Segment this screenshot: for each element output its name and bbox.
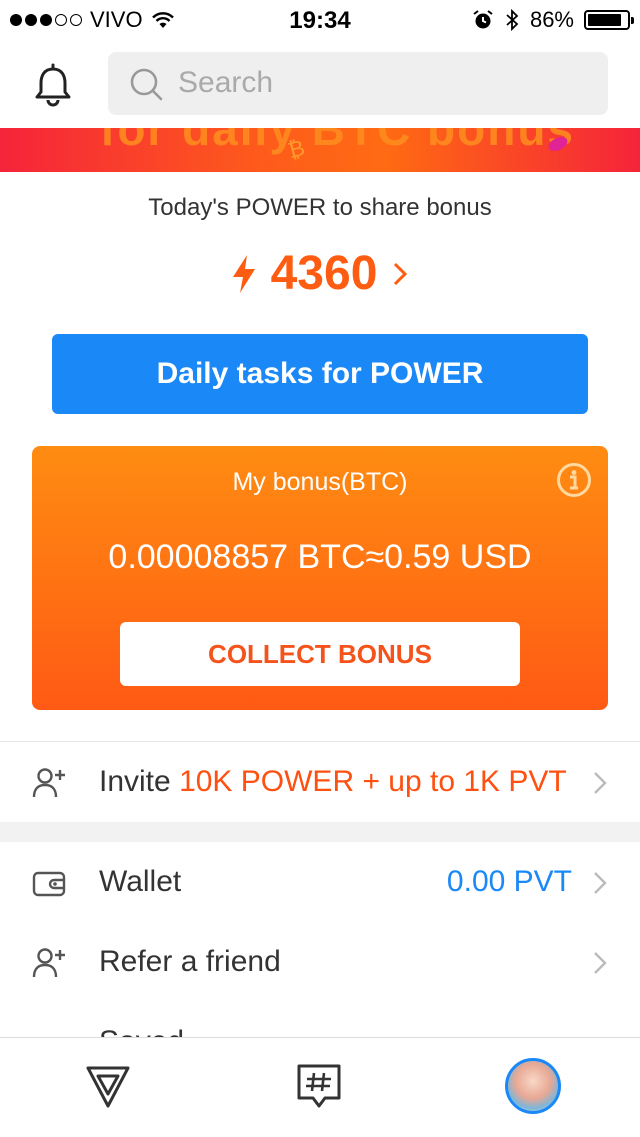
refer-friend-row[interactable]: Refer a friend bbox=[0, 922, 640, 1002]
lightning-icon bbox=[232, 254, 255, 293]
power-value: 4360 bbox=[270, 247, 378, 300]
invite-text: Invite bbox=[99, 765, 171, 798]
daily-tasks-button[interactable]: Daily tasks for POWER bbox=[52, 334, 588, 414]
add-person-icon bbox=[32, 768, 65, 798]
banner-text: for daily BTC bonus bbox=[100, 128, 575, 155]
home-triangle-icon[interactable] bbox=[84, 1064, 132, 1110]
chevron-right-icon bbox=[594, 872, 607, 894]
profile-avatar[interactable] bbox=[505, 1058, 561, 1114]
search-icon bbox=[130, 68, 163, 101]
wallet-row[interactable]: Wallet 0.00 PVT bbox=[0, 842, 640, 922]
wallet-balance: 0.00 PVT bbox=[446, 865, 572, 898]
status-right: 86% bbox=[472, 7, 634, 33]
chevron-right-icon bbox=[394, 262, 408, 285]
bitcoin-icon: ₿ bbox=[285, 136, 307, 162]
bonus-amount: 0.00008857 BTC≈0.59 USD bbox=[108, 538, 532, 576]
topics-hashtag-icon[interactable] bbox=[295, 1062, 343, 1112]
invite-highlight: 10K POWER + up to 1K PVT bbox=[179, 765, 567, 798]
section-separator bbox=[0, 822, 640, 842]
bluetooth-icon bbox=[506, 8, 519, 32]
wallet-label: Wallet bbox=[99, 865, 182, 898]
svg-text:₿: ₿ bbox=[285, 136, 307, 162]
invite-label: Invite 10K POWER + up to 1K PVT bbox=[99, 765, 567, 799]
refer-label: Refer a friend bbox=[99, 945, 281, 978]
promo-banner[interactable]: for daily BTC bonus ₿ bbox=[0, 128, 640, 172]
chevron-right-icon bbox=[594, 952, 607, 974]
invite-row[interactable]: Invite 10K POWER + up to 1K PVT bbox=[0, 742, 640, 822]
bonus-card: My bonus(BTC) 0.00008857 BTC≈0.59 USD CO… bbox=[32, 446, 608, 710]
battery-percent: 86% bbox=[529, 7, 574, 32]
add-person-icon bbox=[32, 948, 65, 978]
alarm-icon bbox=[473, 10, 493, 29]
info-icon[interactable] bbox=[556, 462, 592, 498]
bell-icon[interactable] bbox=[28, 60, 78, 110]
collect-bonus-button[interactable]: COLLECT BONUS bbox=[120, 622, 520, 686]
search-bar[interactable]: Search bbox=[108, 52, 608, 115]
battery-icon bbox=[584, 10, 634, 30]
bonus-title: My bonus(BTC) bbox=[232, 468, 408, 496]
power-score[interactable]: 4360 bbox=[0, 246, 640, 301]
wallet-icon bbox=[32, 871, 66, 897]
status-bar: VIVO 19:34 86% bbox=[0, 0, 640, 40]
power-caption: Today's POWER to share bonus bbox=[148, 194, 492, 221]
chevron-right-icon bbox=[594, 772, 607, 794]
search-input[interactable]: Search bbox=[178, 66, 273, 100]
